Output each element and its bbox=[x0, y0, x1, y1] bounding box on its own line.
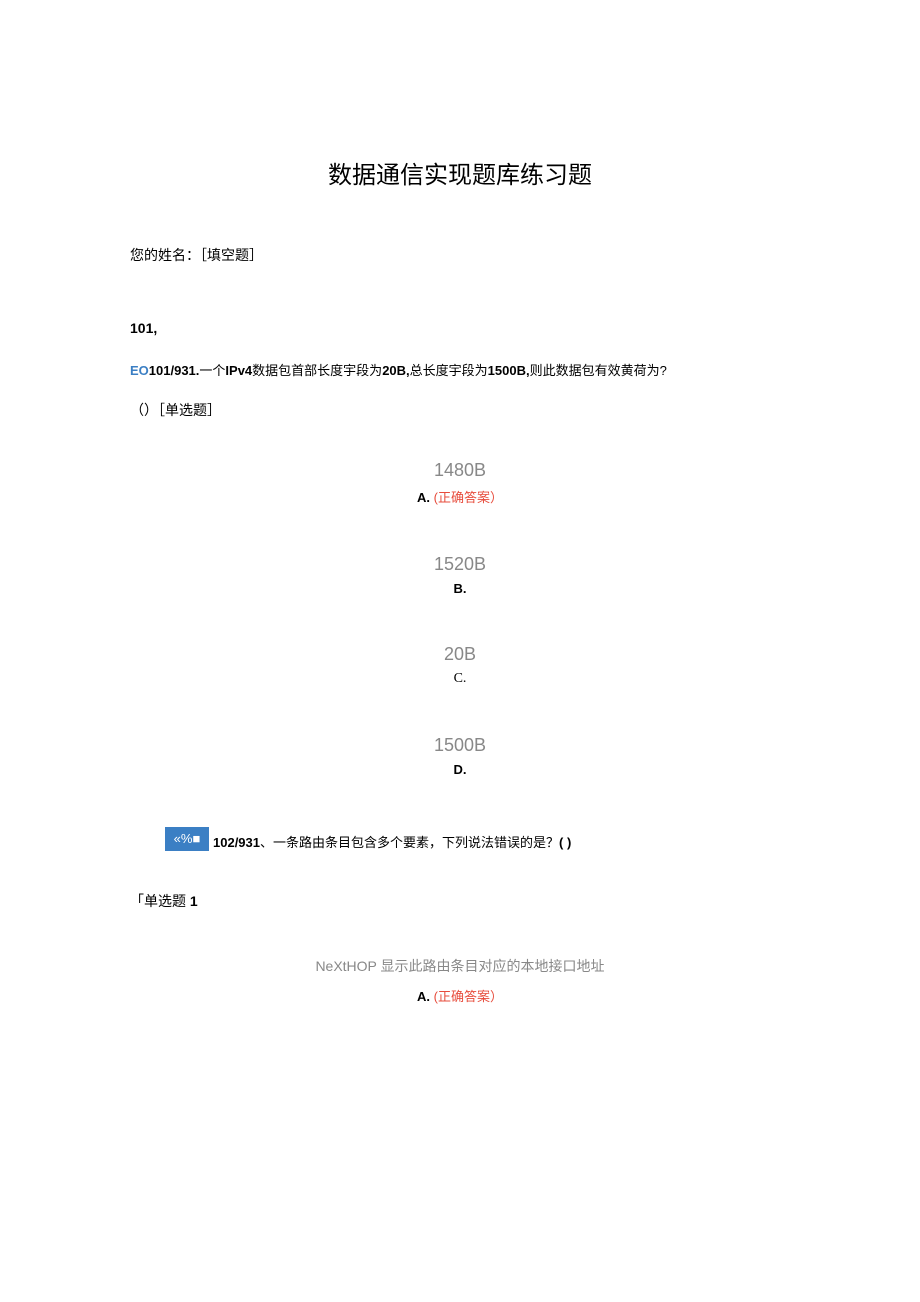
option-a-q2[interactable]: NeXtHOP 显示此路由条目对应的本地接口地址 A. (正确答案） bbox=[130, 956, 790, 1005]
question-2-type: 「单选题 1 bbox=[130, 891, 790, 911]
question-text-part: 则此数据包有效黄荷为? bbox=[530, 363, 667, 378]
question-prefix: EO bbox=[130, 363, 149, 378]
question-2-header: «%■ 102/931、一条路由条目包含多个要素，下列说法错误的是？( ) bbox=[130, 827, 790, 851]
option-letter: A. bbox=[417, 490, 430, 505]
option-c[interactable]: 20B C. bbox=[130, 644, 790, 687]
option-label: A. (正确答案） bbox=[130, 487, 790, 506]
option-label: C. bbox=[130, 671, 790, 687]
question-paren: ( ) bbox=[559, 835, 571, 850]
option-a[interactable]: 1480B A. (正确答案） bbox=[130, 460, 790, 506]
option-value: 1500B bbox=[130, 735, 790, 756]
question-text-part: 数据包首部长度宇段为 bbox=[252, 363, 382, 378]
question-2-text: 102/931、一条路由条目包含多个要素，下列说法错误的是？( ) bbox=[213, 832, 571, 851]
correct-answer-marker: (正确答案） bbox=[434, 989, 503, 1004]
question-type-text: 「单选题 bbox=[130, 893, 186, 909]
option-d[interactable]: 1500B D. bbox=[130, 735, 790, 777]
question-bold-part: 20B, bbox=[382, 363, 409, 378]
question-id: 102/931 bbox=[213, 835, 260, 850]
name-field-label: 您的姓名：［填空题］ bbox=[130, 245, 790, 265]
question-id: 101/931. bbox=[149, 363, 200, 378]
option-value: 1480B bbox=[130, 460, 790, 481]
option-label: B. bbox=[130, 581, 790, 596]
option-letter: A. bbox=[417, 989, 430, 1004]
question-bold-part: 1500B, bbox=[488, 363, 530, 378]
option-b[interactable]: 1520B B. bbox=[130, 554, 790, 596]
correct-answer-marker: (正确答案） bbox=[434, 490, 503, 505]
option-value: 20B bbox=[130, 644, 790, 665]
option-label: D. bbox=[130, 762, 790, 777]
question-text-part: 总长度宇段为 bbox=[410, 363, 488, 378]
question-text-part: 一个 bbox=[199, 363, 225, 378]
option-label: A. (正确答案） bbox=[130, 986, 790, 1005]
question-bold-part: IPv4 bbox=[225, 363, 252, 378]
percent-icon: «%■ bbox=[165, 827, 209, 851]
question-1-text: EO101/931.一个IPv4数据包首部长度宇段为20B,总长度宇段为1500… bbox=[130, 361, 790, 382]
question-text-part: 、一条路由条目包含多个要素，下列说法错误的是？ bbox=[260, 835, 559, 850]
page-title: 数据通信实现题库练习题 bbox=[130, 155, 790, 190]
option-value: NeXtHOP 显示此路由条目对应的本地接口地址 bbox=[130, 956, 790, 976]
question-type-suffix: 1 bbox=[190, 893, 198, 909]
option-value: 1520B bbox=[130, 554, 790, 575]
question-type: （）［单选题］ bbox=[130, 400, 790, 420]
question-number: 101, bbox=[130, 320, 790, 336]
